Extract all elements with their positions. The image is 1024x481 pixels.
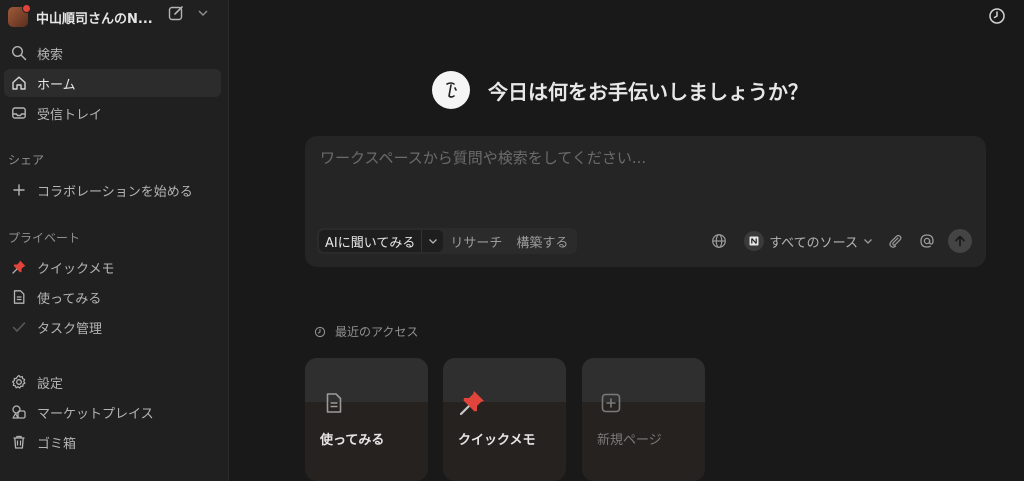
new-page-card[interactable]: 新規ページ xyxy=(582,358,705,481)
section-label-private: プライベート xyxy=(8,231,81,245)
ask-ai-mode-button[interactable]: AIに聞いてみる xyxy=(319,230,422,252)
plus-icon xyxy=(10,181,28,199)
sidebar-item-getting-started[interactable]: 使ってみる xyxy=(4,283,221,311)
home-icon xyxy=(10,74,28,92)
sidebar-item-collaborate[interactable]: コラボレーションを始める xyxy=(4,176,221,204)
sidebar-item-label: ゴミ箱 xyxy=(37,436,77,452)
sidebar-item-label: 検索 xyxy=(37,47,64,63)
send-button[interactable] xyxy=(948,229,972,253)
card-title: 新規ページ xyxy=(597,433,662,448)
workspace-avatar xyxy=(8,4,31,27)
plus-square-icon xyxy=(597,389,625,417)
sidebar-item-label: タスク管理 xyxy=(37,321,103,337)
sidebar-item-home[interactable]: ホーム xyxy=(4,69,221,97)
paperclip-icon[interactable] xyxy=(884,230,906,252)
gear-icon xyxy=(10,373,28,391)
notion-logo-icon xyxy=(744,231,765,251)
card-title: クイックメモ xyxy=(458,433,536,448)
mention-icon[interactable] xyxy=(916,230,938,252)
sidebar-item-tasks[interactable]: タスク管理 xyxy=(4,313,221,341)
ai-query-input[interactable] xyxy=(320,149,960,167)
sidebar: 中山順司さんのN... 検索 ホーム 受信トレイ シェア コラボレーションを始め… xyxy=(0,0,229,481)
pushpin-icon xyxy=(458,389,486,417)
chevron-down-icon[interactable] xyxy=(421,230,444,252)
workspace-switcher[interactable]: 中山順司さんのN... xyxy=(8,4,221,30)
hero: 今日は何をお手伝いしましょうか？ xyxy=(432,71,808,109)
check-icon xyxy=(10,318,28,336)
sidebar-item-label: 受信トレイ xyxy=(37,107,103,123)
recent-access-label: 最近のアクセス xyxy=(335,325,419,339)
sidebar-item-quick-memo[interactable]: クイックメモ xyxy=(4,253,221,281)
sidebar-item-settings[interactable]: 設定 xyxy=(4,368,221,396)
page-icon xyxy=(320,389,348,417)
sidebar-item-label: 使ってみる xyxy=(37,291,102,307)
sidebar-item-label: 設定 xyxy=(37,376,64,392)
sidebar-item-marketplace[interactable]: マーケットプレイス xyxy=(4,398,221,426)
marketplace-icon xyxy=(10,403,28,421)
sidebar-item-label: クイックメモ xyxy=(37,261,115,277)
sidebar-item-label: マーケットプレイス xyxy=(37,406,154,422)
page-title: 今日は何をお手伝いしましょうか？ xyxy=(488,79,808,104)
arrow-up-icon xyxy=(955,235,965,247)
updates-clock-icon[interactable] xyxy=(988,7,1006,25)
research-mode-button[interactable]: リサーチ xyxy=(443,230,509,252)
sidebar-item-label: コラボレーションを始める xyxy=(37,184,193,200)
recent-card-getting-started[interactable]: 使ってみる xyxy=(305,358,428,481)
trash-icon xyxy=(10,433,28,451)
sidebar-item-label: ホーム xyxy=(37,77,76,93)
page-icon xyxy=(10,288,28,306)
clock-icon xyxy=(314,326,326,337)
chevron-down-icon xyxy=(864,239,872,244)
sources-label: すべてのソース xyxy=(769,235,858,251)
recent-access-heading: 最近のアクセス xyxy=(314,323,418,340)
build-mode-button[interactable]: 構築する xyxy=(509,230,575,252)
section-label-share: シェア xyxy=(8,153,45,167)
pushpin-icon xyxy=(10,258,28,276)
recent-card-quick-memo[interactable]: クイックメモ xyxy=(443,358,566,481)
chevron-down-icon[interactable] xyxy=(196,5,210,19)
globe-icon[interactable] xyxy=(708,230,730,252)
sidebar-item-trash[interactable]: ゴミ箱 xyxy=(4,428,221,456)
sidebar-item-search[interactable]: 検索 xyxy=(4,39,221,67)
card-title: 使ってみる xyxy=(320,433,385,448)
ai-chat-box: AIに聞いてみる リサーチ 構築する すべてのソース xyxy=(305,136,986,267)
new-page-icon[interactable] xyxy=(167,4,185,22)
search-icon xyxy=(10,44,28,62)
assistant-face-icon xyxy=(432,71,470,109)
sources-dropdown[interactable]: すべてのソース xyxy=(744,231,874,251)
workspace-name: 中山順司さんのN... xyxy=(36,11,153,27)
sidebar-item-inbox[interactable]: 受信トレイ xyxy=(4,99,221,127)
chat-toolbar: すべてのソース xyxy=(698,228,972,254)
inbox-icon xyxy=(10,104,28,122)
mode-selector: AIに聞いてみる リサーチ 構築する xyxy=(317,228,578,254)
